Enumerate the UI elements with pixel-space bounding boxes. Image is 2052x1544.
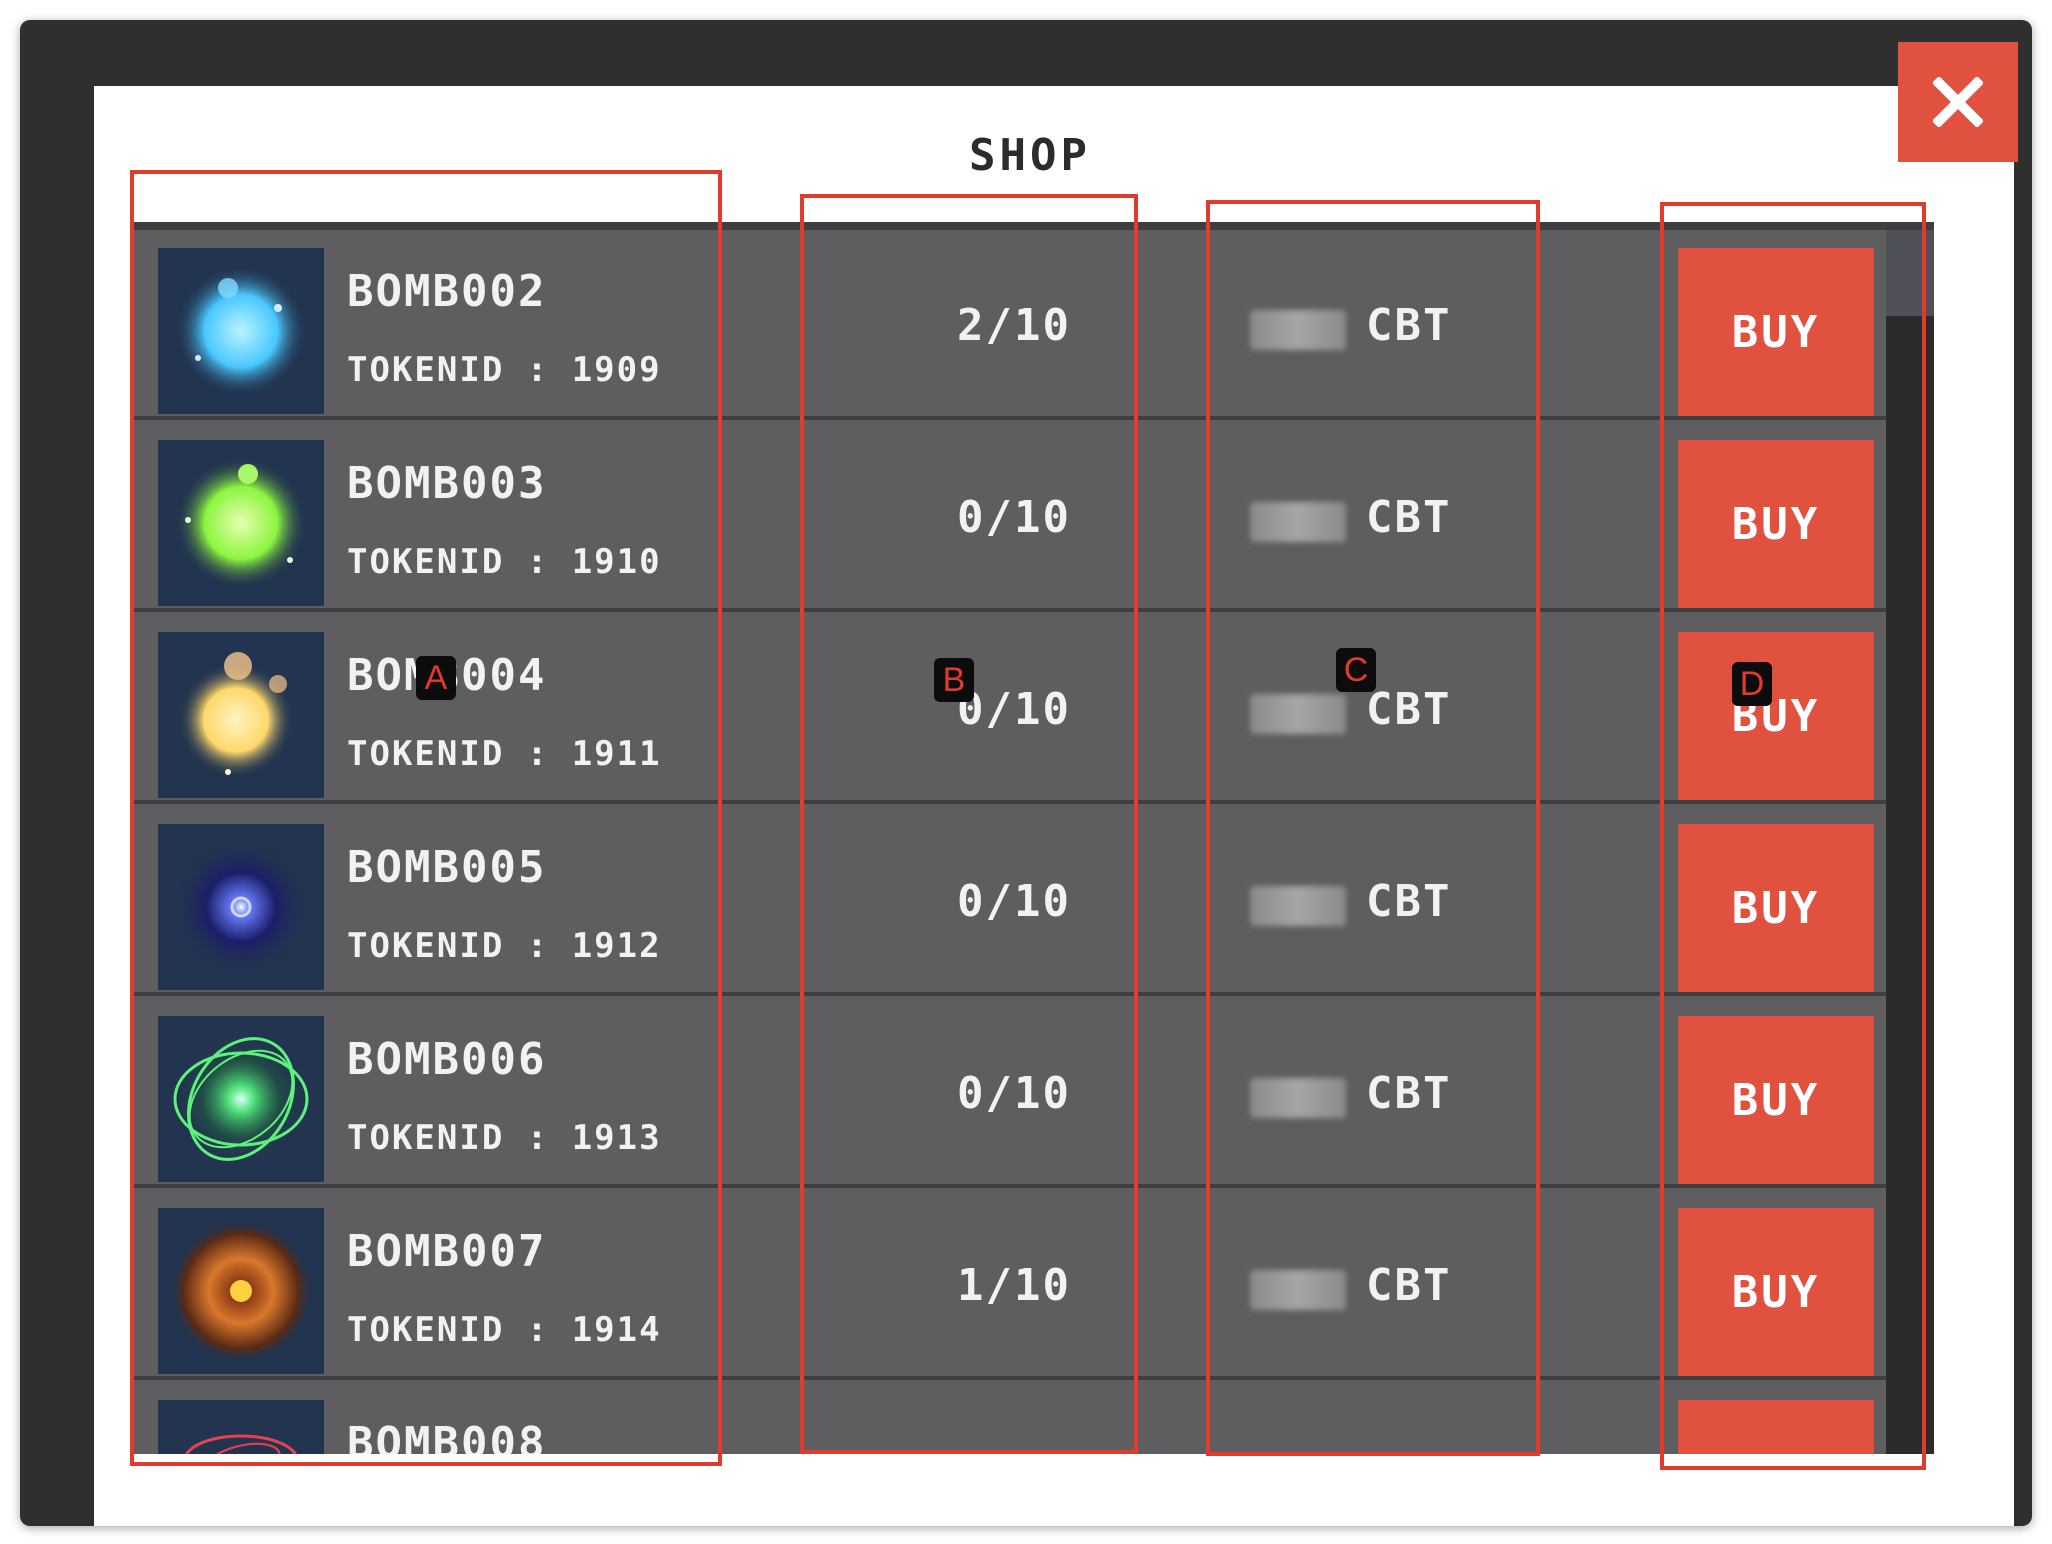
shop-title: SHOP <box>969 130 1091 181</box>
buy-button[interactable]: BUY <box>1678 1016 1874 1184</box>
item-stock: 1/10 <box>957 1260 1071 1311</box>
annotation-label-a: A <box>416 656 456 700</box>
buy-button[interactable]: BUY <box>1678 248 1874 416</box>
item-token-id: TOKENID : 1911 <box>347 734 662 774</box>
price-currency: CBT <box>1366 876 1452 927</box>
item-stock: 0/10 <box>957 1068 1071 1119</box>
list-scrollbar[interactable] <box>1886 230 1934 1454</box>
annotation-label-b: B <box>934 658 974 702</box>
item-name: BOMB002 <box>347 266 547 317</box>
item-thumbnail <box>158 1016 324 1182</box>
item-name: BOMB008 <box>347 1418 547 1454</box>
item-token-id: TOKENID : 1913 <box>347 1118 662 1158</box>
shop-row: BOMB004 TOKENID : 1911 0/10 CBT BUY <box>134 614 1886 804</box>
price-value-blurred <box>1250 1078 1346 1118</box>
buy-button[interactable]: BUY <box>1678 632 1874 800</box>
item-thumbnail <box>158 1208 324 1374</box>
item-token-id: TOKENID : 1912 <box>347 926 662 966</box>
item-thumbnail <box>158 1400 324 1454</box>
price-value-blurred <box>1250 694 1346 734</box>
shop-row: BOMB002 TOKENID : 1909 2/10 CBT BUY <box>134 230 1886 420</box>
item-thumbnail <box>158 248 324 414</box>
price-value-blurred <box>1250 1270 1346 1310</box>
annotation-label-d: D <box>1732 662 1772 706</box>
price-value-blurred <box>1250 310 1346 350</box>
close-icon <box>1933 77 1983 127</box>
item-name: BOMB003 <box>347 458 547 509</box>
buy-button[interactable]: BUY <box>1678 824 1874 992</box>
shop-row: BOMB008 <box>134 1382 1886 1454</box>
item-token-id: TOKENID : 1914 <box>347 1310 662 1350</box>
close-button[interactable] <box>1898 42 2018 162</box>
item-stock: 0/10 <box>957 492 1071 543</box>
price-value-blurred <box>1250 502 1346 542</box>
price-currency: CBT <box>1366 684 1452 735</box>
scrollbar-thumb[interactable] <box>1886 230 1934 316</box>
shop-list: BOMB002 TOKENID : 1909 2/10 CBT BUY BOMB… <box>134 222 1934 1454</box>
item-name: BOMB006 <box>347 1034 547 1085</box>
price-currency: CBT <box>1366 1068 1452 1119</box>
shop-row: BOMB006 TOKENID : 1913 0/10 CBT BUY <box>134 998 1886 1188</box>
shop-row: BOMB005 TOKENID : 1912 0/10 CBT BUY <box>134 806 1886 996</box>
item-token-id: TOKENID : 1910 <box>347 542 662 582</box>
price-value-blurred <box>1250 886 1346 926</box>
item-stock: 2/10 <box>957 300 1071 351</box>
buy-button[interactable]: BUY <box>1678 440 1874 608</box>
item-thumbnail <box>158 632 324 798</box>
item-stock: 0/10 <box>957 876 1071 927</box>
buy-button[interactable] <box>1678 1400 1874 1454</box>
shop-row: BOMB003 TOKENID : 1910 0/10 CBT BUY <box>134 422 1886 612</box>
item-thumbnail <box>158 440 324 606</box>
shop-row: BOMB007 TOKENID : 1914 1/10 CBT BUY <box>134 1190 1886 1380</box>
item-name: BOMB007 <box>347 1226 547 1277</box>
buy-button[interactable]: BUY <box>1678 1208 1874 1376</box>
item-name: BOMB005 <box>347 842 547 893</box>
item-token-id: TOKENID : 1909 <box>347 350 662 390</box>
price-currency: CBT <box>1366 492 1452 543</box>
price-currency: CBT <box>1366 1260 1452 1311</box>
price-currency: CBT <box>1366 300 1452 351</box>
annotation-label-c: C <box>1336 648 1376 692</box>
item-thumbnail <box>158 824 324 990</box>
